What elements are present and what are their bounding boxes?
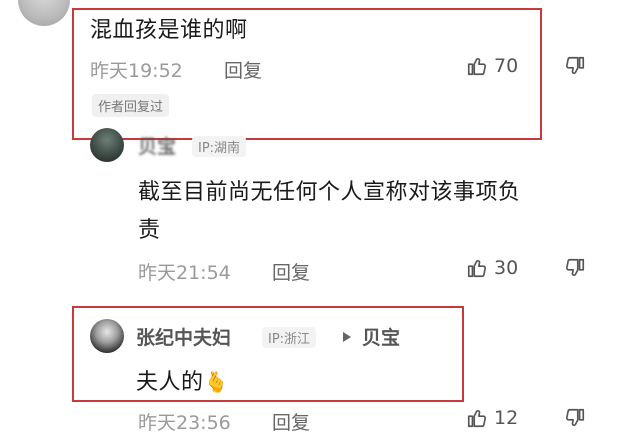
thumbs-up-icon	[467, 410, 486, 428]
thumbs-up-icon	[467, 260, 486, 278]
triangle-right-icon	[343, 332, 351, 342]
author-replied-badge: 作者回复过	[92, 94, 170, 117]
reply-to-name[interactable]: 贝宝	[362, 323, 400, 350]
thumbs-down-icon	[566, 258, 585, 276]
highlight-box-reply	[72, 306, 464, 402]
comment-text: 混血孩是谁的啊	[90, 18, 248, 43]
reply-text-line2: 责	[138, 218, 161, 243]
reply-text: 夫人的🫰	[136, 364, 229, 396]
thumbs-up-icon	[467, 58, 486, 76]
dislike-button[interactable]	[564, 257, 586, 283]
reply-text-line1: 截至目前尚无任何个人宣称对该事项负	[138, 180, 521, 205]
ip-location-badge: IP:湖南	[192, 136, 247, 157]
thumbs-down-icon	[566, 56, 585, 74]
like-button[interactable]: 30	[466, 257, 518, 279]
dislike-button[interactable]	[564, 407, 586, 433]
reply-time: 昨天21:54	[138, 262, 231, 284]
reply-author-name[interactable]: 贝宝	[138, 132, 176, 159]
thumbs-down-icon	[566, 408, 585, 426]
commenter-avatar[interactable]	[18, 0, 70, 26]
like-count: 30	[494, 257, 519, 279]
like-button[interactable]: 70	[466, 55, 518, 77]
dislike-button[interactable]	[564, 55, 586, 81]
like-button[interactable]: 12	[466, 407, 518, 429]
reply-time: 昨天23:56	[138, 412, 231, 434]
reply-avatar[interactable]	[90, 128, 124, 162]
finger-heart-emoji: 🫰	[203, 370, 229, 394]
reply-author-name[interactable]: 张纪中夫妇	[136, 323, 231, 350]
reply-button[interactable]: 回复	[224, 56, 262, 83]
like-count: 12	[494, 407, 519, 429]
ip-location-badge: IP:浙江	[262, 327, 317, 348]
reply-button[interactable]: 回复	[272, 258, 310, 285]
reply-avatar[interactable]	[90, 319, 124, 353]
reply-button[interactable]: 回复	[272, 408, 310, 435]
like-count: 70	[494, 55, 519, 77]
comment-time: 昨天19:52	[90, 60, 183, 82]
reply-text-content: 夫人的	[136, 370, 204, 395]
